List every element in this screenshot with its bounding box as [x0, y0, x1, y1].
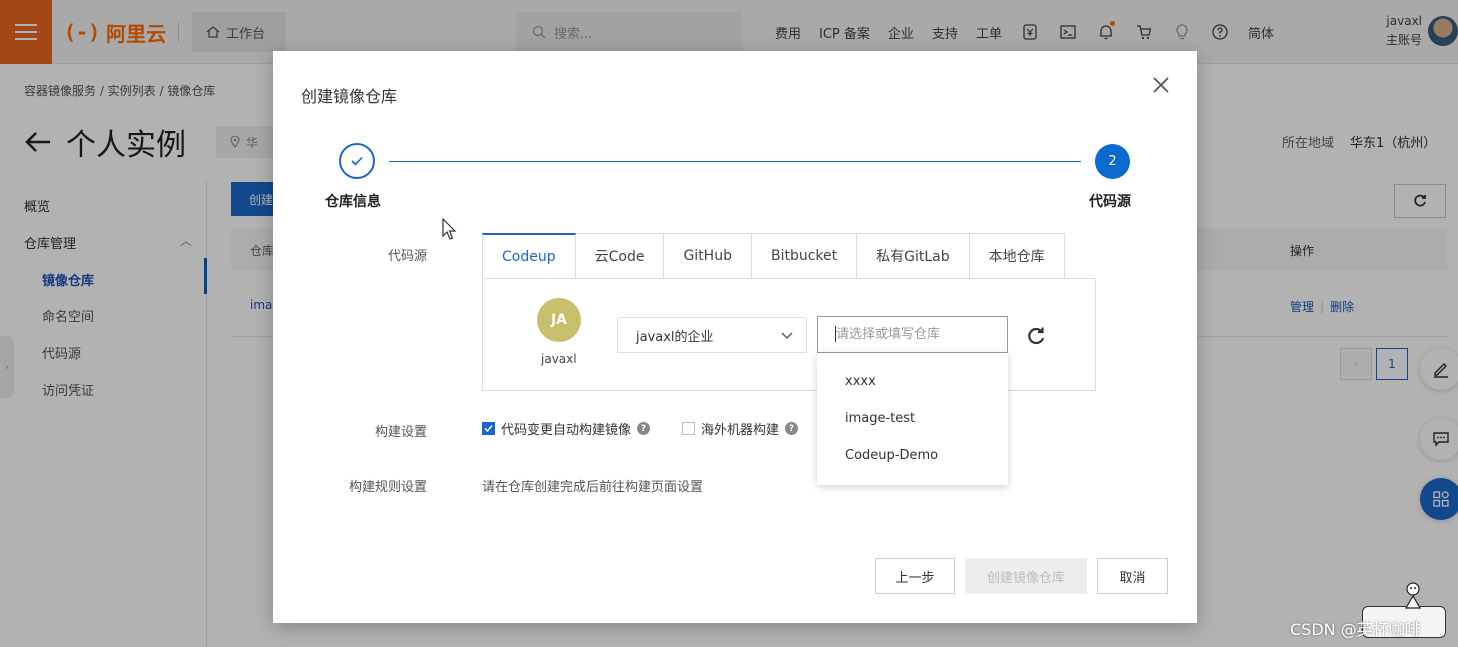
prev-step-button[interactable]: 上一步 [875, 558, 955, 594]
repo-option[interactable]: Codeup-Demo [817, 437, 1008, 474]
avatar: JA [537, 298, 581, 342]
account-name: javaxl [541, 352, 577, 366]
tab-bitbucket[interactable]: Bitbucket [751, 233, 858, 279]
repo-option[interactable]: xxxx [817, 363, 1008, 400]
build-settings-row: 代码变更自动构建镜像 ? 海外机器构建 ? [482, 419, 799, 438]
step1-indicator [339, 143, 375, 179]
auto-build-label[interactable]: 代码变更自动构建镜像 [501, 419, 631, 438]
step2-indicator: 2 [1095, 144, 1130, 179]
repo-dropdown: xxxx image-test Codeup-Demo [817, 353, 1008, 485]
org-select-value: javaxl的企业 [636, 329, 714, 345]
build-rules-text: 请在仓库创建完成后前往构建页面设置 [482, 480, 704, 495]
tab-local-repo[interactable]: 本地仓库 [969, 233, 1065, 279]
tab-private-gitlab[interactable]: 私有GitLab [857, 233, 970, 279]
repo-option[interactable]: image-test [817, 400, 1008, 437]
help-icon[interactable]: ? [637, 422, 651, 435]
source-tabs: Codeup 云Code GitHub Bitbucket 私有GitLab 本… [482, 233, 1065, 279]
check-icon [351, 156, 363, 166]
org-select[interactable]: javaxl的企业 [617, 317, 807, 353]
close-icon[interactable] [1147, 71, 1175, 99]
mouse-pointer-icon [442, 218, 457, 240]
create-image-repo-button[interactable]: 创建镜像仓库 [965, 558, 1087, 594]
chevron-down-icon [781, 332, 793, 339]
auto-build-checkbox[interactable] [482, 422, 495, 435]
tab-codeup[interactable]: Codeup [482, 233, 576, 279]
step-progress-line [389, 161, 1081, 162]
tab-github[interactable]: GitHub [664, 233, 752, 279]
help-icon[interactable]: ? [785, 422, 799, 435]
reload-icon[interactable] [1025, 325, 1047, 347]
cancel-button[interactable]: 取消 [1097, 558, 1168, 594]
build-rules-label: 构建规则设置 [348, 480, 427, 495]
code-source-label: 代码源 [387, 249, 427, 264]
tab-yuncode[interactable]: 云Code [575, 233, 665, 279]
create-repo-dialog: 创建镜像仓库 2 仓库信息 代码源 代码源 Codeup 云Code GitHu… [273, 51, 1197, 623]
build-settings-label: 构建设置 [374, 425, 427, 440]
check-icon [484, 425, 493, 433]
text-caret [835, 326, 836, 342]
watermark-text: CSDN @英杯咖啡 [1290, 620, 1421, 639]
mascot-icon [1404, 582, 1422, 609]
step2-label: 代码源 [1089, 194, 1131, 210]
overseas-build-checkbox[interactable] [682, 422, 696, 435]
repo-input[interactable] [817, 316, 1008, 353]
overseas-build-label[interactable]: 海外机器构建 [701, 419, 779, 438]
step1-label: 仓库信息 [325, 194, 381, 210]
dialog-title: 创建镜像仓库 [301, 87, 398, 106]
